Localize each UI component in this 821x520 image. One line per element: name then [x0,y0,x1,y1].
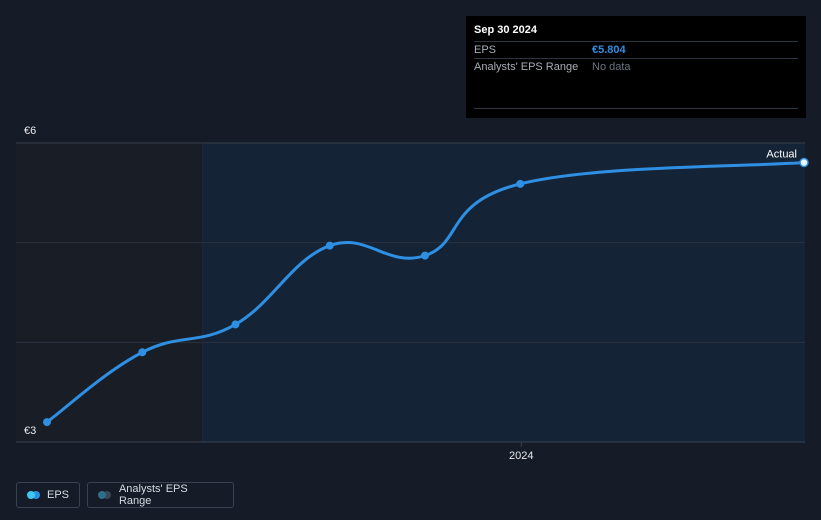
eps-data-point [325,241,334,250]
eps-data-point [516,179,525,188]
tooltip-row-range: Analysts' EPS Range No data [474,58,798,76]
range-legend-icon [98,491,112,499]
tooltip-eps-value: €5.804 [592,44,626,56]
past-region-shade [16,143,203,442]
x-ticks: 2024 [509,442,534,462]
tooltip-date: Sep 30 2024 [474,24,537,36]
tooltip-divider [474,108,798,109]
y-tick-label-bottom: €3 [24,425,36,437]
legend-item-eps[interactable]: EPS [16,482,80,508]
tooltip-row-eps: EPS €5.804 [474,41,798,59]
eps-data-point [138,348,147,357]
tooltip-panel: Sep 30 2024 EPS €5.804 Analysts' EPS Ran… [466,16,806,118]
tooltip-range-label: Analysts' EPS Range [474,61,579,73]
tooltip-eps-label: EPS [474,44,497,56]
y-tick-label-top: €6 [24,125,36,137]
eps-data-point [799,157,809,168]
legend-range-label: Analysts' EPS Range [118,483,188,507]
eps-data-point [231,320,240,329]
legend-item-analysts-range[interactable]: Analysts' EPS Range [87,482,234,508]
x-tick-label: 2024 [509,450,533,462]
eps-legend-icon [27,491,40,499]
legend-eps-label: EPS [46,489,69,501]
actual-annotation: Actual [766,149,797,161]
tooltip-range-value: No data [592,61,631,73]
eps-data-point [43,418,51,427]
eps-data-point [420,251,429,260]
